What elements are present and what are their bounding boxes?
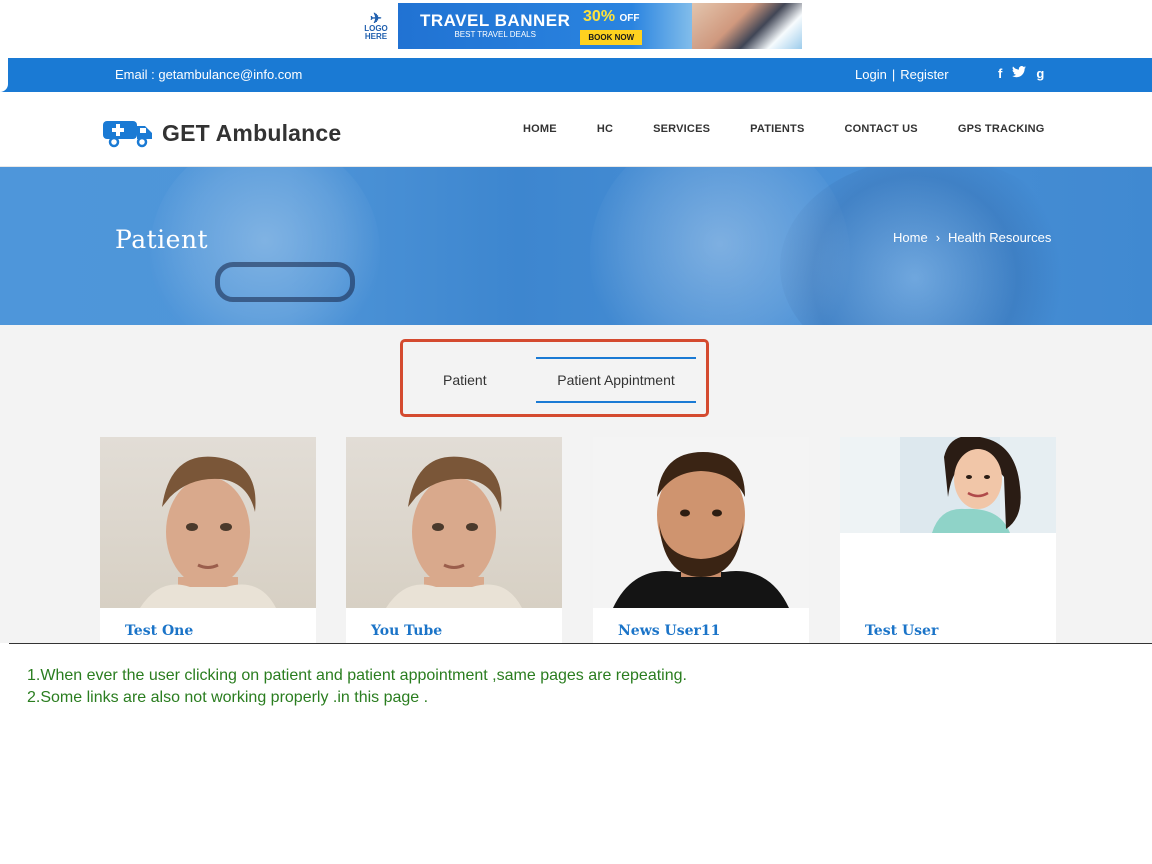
register-link[interactable]: Register [900, 67, 948, 82]
tab-patient-appointment[interactable]: Patient Appintment [536, 357, 696, 403]
top-bar: Email : getambulance@info.com Login | Regi… [0, 58, 1152, 92]
twitter-icon[interactable] [1012, 66, 1027, 81]
contact-email: Email : getambulance@info.com [115, 67, 303, 82]
ad-logo-line2: HERE [364, 32, 388, 41]
nav-home[interactable]: HOME [523, 123, 557, 135]
ad-text: TRAVEL BANNER BEST TRAVEL DEALS [420, 12, 570, 40]
nav-patients[interactable]: PATIENTS [750, 123, 804, 135]
nav-gps-tracking[interactable]: GPS TRACKING [958, 123, 1045, 135]
ad-book-now-button[interactable]: BOOK NOW [580, 29, 643, 45]
chevron-right-icon: › [935, 230, 941, 245]
page: ✈ LOGO HERE TRAVEL BANNER BEST TRAVEL DE… [0, 0, 1152, 864]
patient-name[interactable]: Test User [865, 623, 938, 639]
patient-card[interactable]: Test User [840, 437, 1056, 643]
breadcrumb-home[interactable]: Home [893, 230, 928, 245]
ad-percent-suffix: OFF [619, 12, 640, 24]
hero-banner: Patient Home › Health Resources [0, 167, 1152, 325]
google-plus-icon[interactable]: g [1036, 66, 1044, 81]
site-logo[interactable]: GET Ambulance [102, 118, 341, 148]
main-nav: HOME HC SERVICES PATIENTS CONTACT US GPS… [523, 123, 1045, 135]
patient-photo [593, 437, 809, 608]
ad-subtitle: BEST TRAVEL DEALS [454, 30, 536, 39]
navbar: GET Ambulance HOME HC SERVICES PATIENTS … [0, 92, 1152, 167]
auth-links: Login | Register [855, 67, 949, 82]
nav-services[interactable]: SERVICES [653, 123, 710, 135]
ad-offer: 30% OFF BOOK NOW [580, 8, 643, 45]
brand-name: GET Ambulance [162, 119, 342, 146]
auth-separator: | [891, 67, 896, 82]
nav-hc[interactable]: HC [597, 123, 613, 135]
divider-line [9, 643, 1152, 644]
hero-photo-glasses [215, 262, 355, 302]
ad-photo [692, 3, 802, 49]
note-line: 2.Some links are also not working proper… [27, 689, 429, 706]
ad-title: TRAVEL BANNER [420, 11, 571, 30]
ambulance-icon [102, 118, 154, 148]
page-title: Patient [115, 225, 209, 254]
patient-photo [346, 437, 562, 608]
social-links: f g [998, 66, 1044, 81]
ad-logo: ✈ LOGO HERE [354, 3, 398, 49]
patient-name[interactable]: News User11 [618, 623, 720, 639]
bug-notes: 1.When ever the user clicking on patient… [27, 665, 687, 709]
patient-name[interactable]: You Tube [371, 623, 442, 639]
patient-card[interactable]: Test One [100, 437, 316, 643]
top-bar-edge [0, 58, 8, 92]
patient-photo [100, 437, 316, 608]
hero-photo-woman-right [780, 167, 1080, 325]
nav-contact-us[interactable]: CONTACT US [845, 123, 918, 135]
ad-percent-value: 30% [583, 7, 616, 25]
patient-photo [840, 437, 1056, 533]
breadcrumb-current: Health Resources [948, 230, 1052, 245]
patient-name[interactable]: Test One [125, 623, 193, 639]
facebook-icon[interactable]: f [998, 66, 1002, 81]
patient-card[interactable]: You Tube [346, 437, 562, 643]
note-line: 1.When ever the user clicking on patient… [27, 667, 687, 684]
plane-icon: ✈ [370, 10, 382, 26]
patient-card[interactable]: News User11 [593, 437, 809, 643]
ad-banner[interactable]: ✈ LOGO HERE TRAVEL BANNER BEST TRAVEL DE… [354, 3, 802, 49]
login-link[interactable]: Login [855, 67, 887, 82]
ad-percent: 30% OFF [583, 8, 639, 28]
tab-patient[interactable]: Patient [443, 372, 487, 388]
tabs-highlight-box: Patient Patient Appintment [400, 339, 709, 417]
breadcrumb: Home › Health Resources [893, 230, 1051, 245]
content-area: Patient Patient Appintment Test One You … [0, 325, 1152, 643]
